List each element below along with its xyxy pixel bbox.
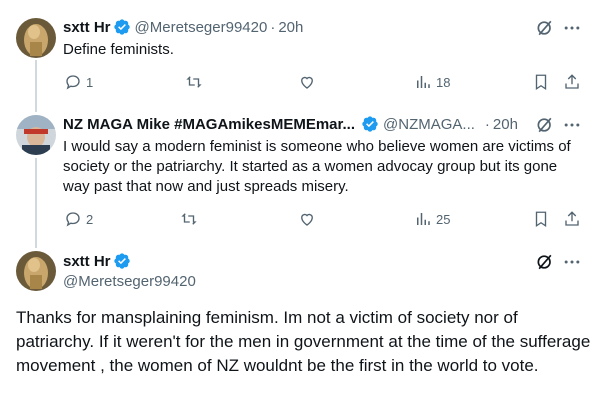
grok-icon[interactable]	[535, 18, 555, 38]
views-button[interactable]: 25	[414, 210, 450, 228]
share-button[interactable]	[563, 210, 581, 228]
bookmark-icon	[535, 74, 547, 91]
handle[interactable]: @NZMAGA...	[383, 116, 475, 133]
like-icon	[301, 213, 313, 226]
tweet-handle-row: @Meretseger99420	[63, 273, 196, 290]
views-icon	[417, 213, 430, 225]
like-button[interactable]	[298, 73, 316, 91]
views-count: 18	[436, 74, 451, 90]
more-menu[interactable]	[562, 115, 582, 135]
grok-icon[interactable]	[535, 115, 555, 135]
tweet-top-actions	[535, 115, 555, 135]
views-icon	[417, 76, 430, 88]
tweet-header: NZ MAGA Mike #MAGAmikesMEMEmar... @NZMAG…	[63, 115, 518, 133]
thread-line	[35, 60, 37, 112]
tweet-header: sxtt Hr	[63, 252, 131, 270]
reply-icon	[66, 75, 80, 90]
verified-badge-icon	[113, 19, 130, 35]
reply-count: 2	[86, 211, 94, 227]
tweet-text: I would say a modern feminist is someone…	[63, 138, 571, 195]
bookmark-icon	[535, 211, 547, 228]
tweet-header: sxtt Hr @Meretseger99420 · 20h	[63, 18, 303, 36]
share-icon	[565, 74, 579, 89]
more-menu[interactable]	[562, 252, 582, 272]
retweet-button[interactable]	[180, 210, 198, 228]
thread-line	[35, 158, 37, 248]
timestamp[interactable]: 20h	[493, 116, 518, 133]
more-icon[interactable]	[562, 252, 582, 272]
views-count: 25	[436, 211, 451, 227]
more-icon[interactable]	[562, 115, 582, 135]
main-tweet-text: Thanks for mansplaining feminism. Im not…	[16, 308, 591, 375]
retweet-button[interactable]	[185, 73, 203, 91]
grok-icon[interactable]	[535, 252, 555, 272]
tweet-actions: 1 18	[56, 72, 586, 92]
share-button[interactable]	[563, 73, 581, 91]
avatar[interactable]	[16, 18, 56, 58]
separator: ·	[270, 18, 276, 36]
more-menu[interactable]	[562, 18, 582, 38]
like-button[interactable]	[298, 210, 316, 228]
more-icon[interactable]	[562, 18, 582, 38]
handle[interactable]: @Meretseger99420	[135, 19, 268, 36]
reply-button[interactable]: 1	[64, 73, 93, 91]
avatar[interactable]	[16, 251, 56, 291]
tweet-top-actions	[535, 252, 555, 272]
bookmark-button[interactable]	[532, 73, 550, 91]
like-icon	[301, 76, 313, 89]
handle[interactable]: @Meretseger99420	[63, 273, 196, 290]
tweet-text: Define feminists.	[63, 41, 174, 58]
timestamp[interactable]: 20h	[278, 19, 303, 36]
reply-count: 1	[86, 74, 94, 90]
tweet-top-actions	[535, 18, 555, 38]
display-name[interactable]: sxtt Hr	[63, 253, 111, 270]
tweet-actions: 2 25	[56, 209, 586, 229]
display-name[interactable]: sxtt Hr	[63, 19, 111, 36]
reply-icon	[66, 212, 80, 227]
views-button[interactable]: 18	[414, 73, 450, 91]
separator: ·	[484, 115, 490, 133]
display-name[interactable]: NZ MAGA Mike #MAGAmikesMEMEmar...	[63, 116, 355, 133]
avatar[interactable]	[16, 115, 56, 155]
share-icon	[565, 211, 579, 226]
bookmark-button[interactable]	[532, 210, 550, 228]
verified-badge-icon	[113, 253, 130, 269]
retweet-icon	[181, 213, 197, 225]
reply-button[interactable]: 2	[64, 210, 93, 228]
verified-badge-icon	[362, 116, 378, 132]
retweet-icon	[186, 76, 202, 88]
